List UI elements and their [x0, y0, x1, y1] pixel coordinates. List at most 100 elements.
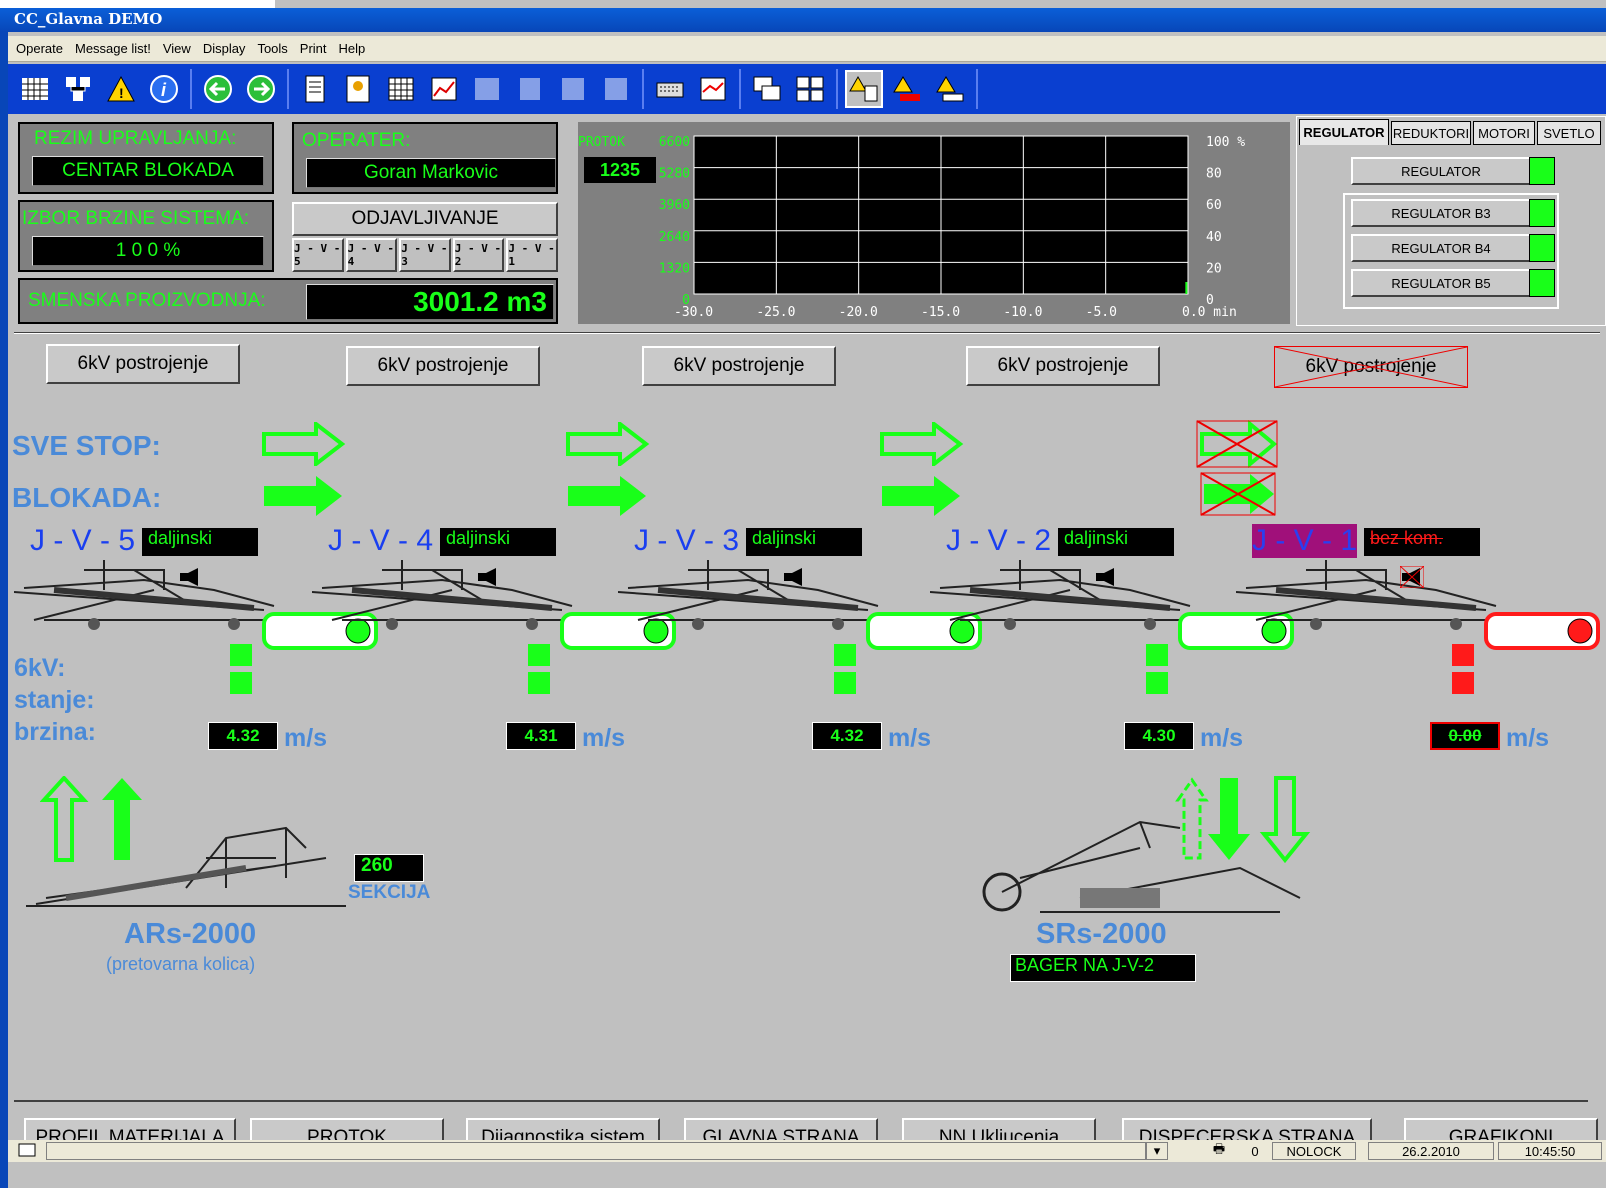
warning-icon[interactable]: ! [102, 70, 140, 108]
menu-operate[interactable]: Operate [16, 41, 63, 56]
menu-view[interactable]: View [163, 41, 191, 56]
horn-icon[interactable] [782, 566, 806, 588]
spreader-machine-icon [14, 560, 275, 630]
menu-display[interactable]: Display [203, 41, 246, 56]
ars-subtitle: (pretovarna kolica) [106, 954, 256, 974]
rezim-label: REZIM UPRAVLJANJA: [34, 128, 237, 149]
postrojenje-button-3[interactable]: 6kV postrojenje [642, 346, 836, 386]
kv-status-light [834, 644, 856, 666]
alarm-ack-icon[interactable] [931, 70, 969, 108]
jv-select-5[interactable]: J - V - 5 [292, 238, 344, 272]
flow-icon[interactable] [511, 70, 549, 108]
jv-select-1[interactable]: J - V - 1 [506, 238, 558, 272]
ars-title: ARs-2000 [124, 918, 257, 950]
regulator-b5-status [1529, 269, 1555, 297]
window-titlebar: CC_Glavna DEMO [0, 8, 1606, 32]
forward-icon[interactable] [242, 70, 280, 108]
speed-unit: m/s [888, 724, 932, 752]
keyboard-icon[interactable] [651, 70, 689, 108]
speed-value: 0.00 [1430, 722, 1500, 750]
odjava-button[interactable]: ODJAVLJIVANJE [292, 202, 558, 236]
stop-arrow-3-icon[interactable] [880, 422, 964, 466]
conveyor-name[interactable]: J - V - 3 [634, 524, 740, 558]
config-icon[interactable] [597, 70, 635, 108]
kv-label: 6kV: [14, 654, 66, 682]
monitor-icon[interactable] [16, 1142, 38, 1160]
menu-print[interactable]: Print [300, 41, 327, 56]
chart-add-icon[interactable] [694, 70, 732, 108]
divider-top [14, 332, 1600, 334]
protok-chart: -30.0 -25.0 -20.0 -15.0 -10.0 -5.0 0.0 min6600… [578, 135, 1245, 320]
back-icon[interactable] [199, 70, 237, 108]
info-icon[interactable]: i [145, 70, 183, 108]
conveyor-name[interactable]: J - V - 1 [1252, 524, 1358, 558]
horn-icon[interactable] [178, 566, 202, 588]
stanje-status-light [834, 672, 856, 694]
horn-icon[interactable] [1400, 566, 1424, 588]
postrojenje-button-5[interactable]: 6kV postrojenje [46, 344, 240, 384]
jv-select-4[interactable]: J - V - 4 [345, 238, 398, 272]
tab-reduktori[interactable]: REDUKTORI [1391, 121, 1471, 145]
regulator-b4-button[interactable]: REGULATOR B4 [1351, 234, 1531, 262]
kv-status-light [528, 644, 550, 666]
blok-arrow-3-icon[interactable] [880, 474, 964, 518]
jv-select-group: J - V - 5 J - V - 4 J - V - 3 J - V - 2 … [292, 238, 558, 272]
y-left-tick-label: 0 [682, 293, 690, 308]
tab-regulator[interactable]: REGULATOR [1299, 119, 1389, 145]
regulator-b3-button[interactable]: REGULATOR B3 [1351, 199, 1531, 227]
conveyor-name[interactable]: J - V - 5 [30, 524, 136, 558]
stanje-status-light [528, 672, 550, 694]
window-left-border [0, 32, 8, 1188]
alarm-red-icon[interactable] [888, 70, 926, 108]
printer-icon[interactable]: 🖶 [1204, 1141, 1234, 1160]
network-icon[interactable] [59, 70, 97, 108]
conveyor-name[interactable]: J - V - 2 [946, 524, 1052, 558]
edit-icon[interactable] [468, 70, 506, 108]
stop-arrow-2-icon[interactable] [1196, 420, 1280, 468]
speed-unit: m/s [582, 724, 626, 752]
sekcija-value: 260 [354, 854, 424, 882]
jv-select-3[interactable]: J - V - 3 [399, 238, 451, 272]
postrojenje-button-2[interactable]: 6kV postrojenje [966, 346, 1160, 386]
protok-chart-panel: -30.0 -25.0 -20.0 -15.0 -10.0 -5.0 0.0 min 6600… [578, 122, 1290, 324]
menu-message-list[interactable]: Message list! [75, 41, 151, 56]
stop-arrow-4-icon[interactable] [566, 422, 650, 466]
menu-tools[interactable]: Tools [257, 41, 287, 56]
spreader-machine-icon [618, 560, 879, 630]
x-tick-label: -25.0 [756, 305, 795, 320]
horn-icon[interactable] [476, 566, 500, 588]
conveyor-name[interactable]: J - V - 4 [328, 524, 434, 558]
belt-drive-icon[interactable] [1484, 612, 1602, 652]
horn-icon[interactable] [1094, 566, 1118, 588]
menu-help[interactable]: Help [339, 41, 366, 56]
x-tick-label: -5.0 [1086, 305, 1117, 320]
jv-select-2[interactable]: J - V - 2 [452, 238, 505, 272]
regulator-button[interactable]: REGULATOR [1351, 157, 1531, 185]
speed-unit: m/s [284, 724, 328, 752]
tile-icon[interactable] [791, 70, 829, 108]
blok-arrow-4-icon[interactable] [566, 474, 650, 518]
grid-icon[interactable] [16, 70, 54, 108]
tab-motori[interactable]: MOTORI [1473, 121, 1535, 145]
table-icon[interactable] [382, 70, 420, 108]
spreader-machine-icon [312, 560, 573, 630]
y-right-tick-label: 80 [1206, 167, 1222, 182]
operater-value: Goran Markovic [306, 158, 556, 188]
windows-icon[interactable] [748, 70, 786, 108]
blok-arrow-2-icon[interactable] [1200, 472, 1278, 518]
alarm-list-icon[interactable] [845, 70, 883, 108]
photo-icon[interactable] [554, 70, 592, 108]
dropdown-arrow-icon[interactable]: ▾ [1146, 1142, 1168, 1160]
doc-icon[interactable] [296, 70, 334, 108]
postrojenje-button-1[interactable]: 6kV postrojenje [1274, 346, 1468, 388]
stop-arrow-5-icon[interactable] [262, 422, 346, 466]
blok-arrow-5-icon[interactable] [262, 474, 346, 518]
user-icon[interactable] [339, 70, 377, 108]
y-right-tick-label: 40 [1206, 230, 1222, 245]
regulator-b5-button[interactable]: REGULATOR B5 [1351, 269, 1531, 297]
conveyor-mode: bez kom. [1364, 528, 1480, 556]
postrojenje-button-4[interactable]: 6kV postrojenje [346, 346, 540, 386]
tab-svetlo[interactable]: SVETLO [1537, 121, 1601, 145]
y-left-tick-label: 5280 [659, 167, 690, 182]
chart-icon[interactable] [425, 70, 463, 108]
